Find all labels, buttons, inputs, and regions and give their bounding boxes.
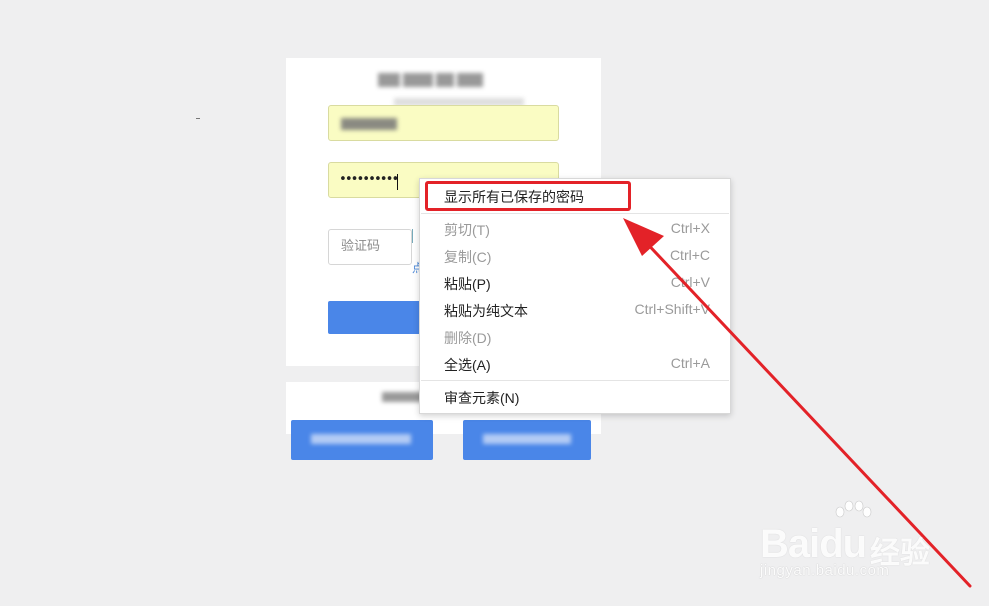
watermark-url: jingyan.baidu.com [760,562,890,579]
baidu-jingyan-watermark: Baidu 经验 jingyan.baidu.com [760,500,950,590]
watermark-logo: Baidu [760,522,867,566]
arrow-head [623,218,664,256]
